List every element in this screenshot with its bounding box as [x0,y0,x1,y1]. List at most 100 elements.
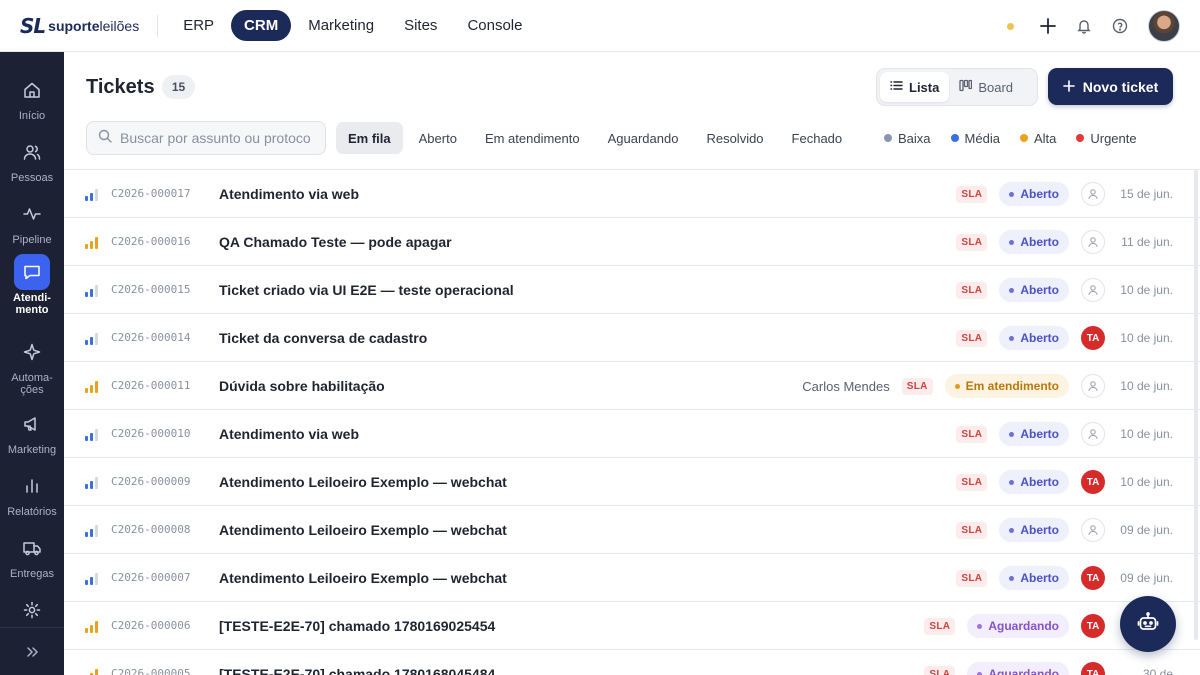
home-icon [14,72,50,108]
assignee-avatar[interactable]: TA [1081,470,1105,494]
unassigned-user-icon[interactable] [1081,182,1105,206]
priority-filter-label: Média [964,130,1000,146]
assistant-bot-button[interactable] [1120,596,1176,652]
board-view-button[interactable]: Board [949,72,1023,102]
ticket-protocol: C2026-000014 [111,331,191,344]
list-view-label: Lista [909,79,940,95]
priority-filter[interactable]: Baixa [884,131,931,146]
priority-bars-icon [85,427,99,441]
topnav-sites[interactable]: Sites [391,10,450,41]
sla-badge: SLA [956,473,988,491]
topnav-marketing[interactable]: Marketing [295,10,387,41]
new-ticket-button[interactable]: Novo ticket [1048,68,1173,105]
brand-logo[interactable]: SL suporteleilões [20,0,139,52]
ticket-date: 09 de jun. [1120,571,1173,585]
sidebar-item-gear[interactable] [0,592,64,628]
ticket-subject: Atendimento Leiloeiro Exemplo — webchat [219,474,507,490]
sidebar-item-home[interactable]: Início [0,72,64,122]
sidebar-item-megaphone[interactable]: Marketing [0,406,64,456]
assignee-avatar[interactable]: TA [1081,326,1105,350]
sidebar-item-chat[interactable]: Atendi- mento [0,254,64,316]
priority-filter[interactable]: Alta [1019,131,1056,146]
priority-dot-icon [1019,134,1028,142]
ticket-date: 30 de [1142,667,1173,675]
priority-bars-icon [85,667,99,675]
status-filter[interactable]: Aguardando [596,122,691,154]
status-filter[interactable]: Em atendimento [473,122,592,154]
assignee-avatar[interactable]: TA [1081,566,1105,590]
board-icon [959,79,973,95]
ticket-meta: SLA Aberto TA 10 de jun. [956,314,1173,362]
plus-icon[interactable] [1038,16,1058,36]
status-filter[interactable]: Fechado [780,122,855,154]
unassigned-user-icon[interactable] [1081,422,1105,446]
ticket-meta: Carlos Mendes SLA Em atendimento 10 de jun. [802,362,1173,410]
scrollbar[interactable] [1194,170,1198,640]
priority-bars-icon [85,619,99,633]
status-label: Aberto [1020,187,1059,201]
status-filter[interactable]: Aberto [407,122,469,154]
ticket-row[interactable]: C2026-000006 [TESTE-E2E-70] chamado 17801… [64,602,1200,650]
sidebar-item-people[interactable]: Pessoas [0,134,64,184]
ticket-row[interactable]: C2026-000008 Atendimento Leiloeiro Exempl… [64,506,1200,554]
sidebar-item-bar-chart[interactable]: Relatórios [0,468,64,518]
ticket-row[interactable]: C2026-000017 Atendimento via web SLA Aberto… [64,170,1200,218]
status-dot-icon [1009,575,1015,581]
ticket-row[interactable]: C2026-000010 Atendimento via web SLA Aberto… [64,410,1200,458]
ticket-date: 09 de jun. [1120,523,1173,537]
ticket-row[interactable]: C2026-000005 [TESTE-E2E-70] chamado 17801… [64,650,1200,675]
sla-badge: SLA [956,233,988,251]
status-dot-icon [1007,22,1014,30]
assignee-avatar[interactable]: TA [1081,614,1105,638]
sidebar-item-truck[interactable]: Entregas [0,530,64,580]
ticket-date: 10 de jun. [1120,331,1173,345]
topnav-crm[interactable]: CRM [231,10,292,41]
ticket-subject: Dúvida sobre habilitação [219,378,385,394]
status-badge: Aberto [999,566,1069,590]
status-filter[interactable]: Em fila [336,122,403,154]
ticket-row[interactable]: C2026-000011 Dúvida sobre habilitação Carl… [64,362,1200,410]
priority-dot-icon [1076,134,1085,142]
bell-icon[interactable] [1074,16,1094,36]
ticket-meta: SLA Aberto 10 de jun. [956,410,1173,458]
assignee-avatar[interactable]: TA [1081,662,1105,675]
sidebar-item-sparkle[interactable]: Automa- ções [0,334,64,396]
sidebar-item-pulse[interactable]: Pipeline [0,196,64,246]
topnav-console[interactable]: Console [454,10,535,41]
ticket-meta: SLA Aberto 11 de jun. [956,218,1173,266]
unassigned-user-icon[interactable] [1081,374,1105,398]
priority-filter[interactable]: Média [950,130,1000,146]
priority-bars-icon [85,235,99,249]
status-badge: Aberto [999,470,1069,494]
priority-filters: Baixa Média Alta Urgente [884,122,1137,154]
priority-dot-icon [884,134,892,142]
help-icon[interactable] [1110,16,1130,36]
status-label: Aberto [1020,571,1059,585]
status-badge: Aberto [999,278,1069,302]
robot-icon [1137,611,1159,638]
topnav-erp[interactable]: ERP [170,10,227,41]
status-dot-icon [1009,287,1015,293]
people-icon [14,134,50,170]
sla-badge: SLA [924,665,956,675]
ticket-row[interactable]: C2026-000007 Atendimento Leiloeiro Exempl… [64,554,1200,602]
ticket-row[interactable]: C2026-000015 Ticket criado via UI E2E — t… [64,266,1200,314]
brand-mark: SL [20,13,46,38]
ticket-meta: SLA Aberto 09 de jun. [956,506,1173,554]
ticket-row[interactable]: C2026-000014 Ticket da conversa de cadast… [64,314,1200,362]
status-filter[interactable]: Resolvido [694,122,775,154]
user-avatar[interactable] [1148,10,1180,42]
plus-icon [1062,79,1075,95]
unassigned-user-icon[interactable] [1081,230,1105,254]
ticket-row[interactable]: C2026-000016 QA Chamado Teste — pode apag… [64,218,1200,266]
expand-sidebar-button[interactable] [0,627,64,675]
search-input[interactable] [120,130,310,146]
ticket-protocol: C2026-000011 [111,379,191,392]
unassigned-user-icon[interactable] [1081,278,1105,302]
ticket-row[interactable]: C2026-000009 Atendimento Leiloeiro Exempl… [64,458,1200,506]
sidebar-item-label: Início [18,110,46,122]
priority-filter[interactable]: Urgente [1076,131,1137,146]
status-label: Aberto [1020,331,1059,345]
list-view-button[interactable]: Lista [880,72,950,102]
unassigned-user-icon[interactable] [1081,518,1105,542]
